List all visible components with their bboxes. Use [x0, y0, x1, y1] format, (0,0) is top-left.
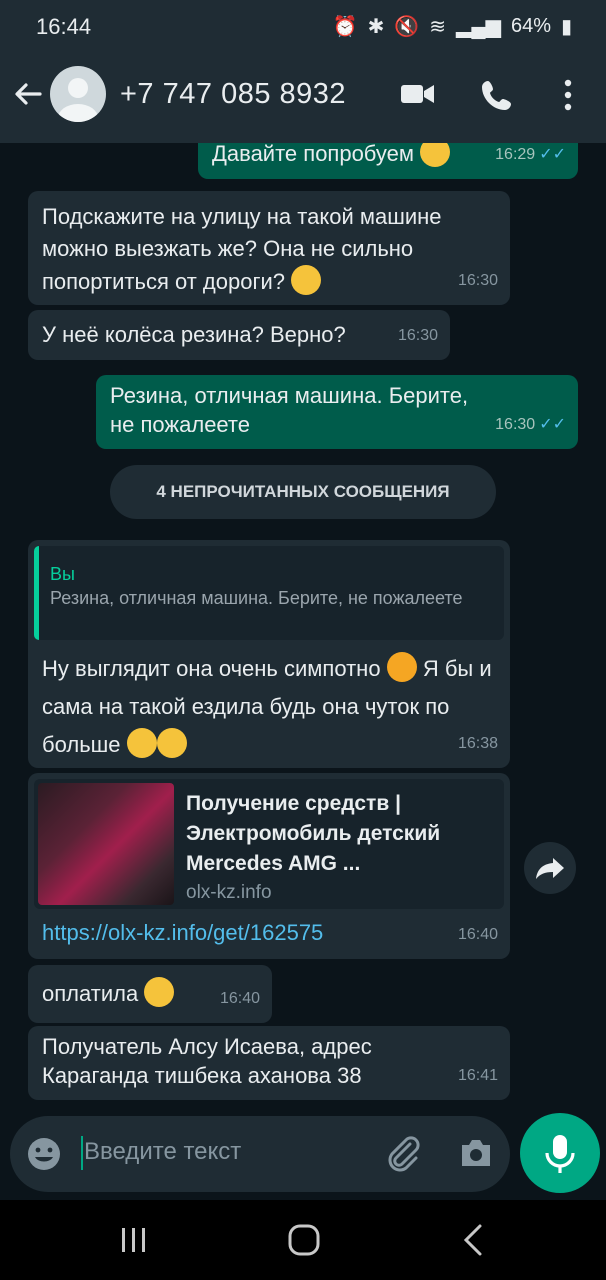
message-time: 16:29 — [495, 146, 536, 163]
phone-icon[interactable] — [480, 78, 514, 112]
message-meta: 16:30 — [458, 265, 498, 297]
default-avatar-icon — [58, 78, 98, 122]
message-incoming[interactable]: Получатель Алсу Исаева, адрес Караганда … — [28, 1026, 510, 1100]
bluetooth-icon: ✱ — [367, 16, 385, 38]
camera-icon[interactable] — [458, 1136, 494, 1170]
mic-button[interactable] — [520, 1113, 600, 1193]
thumbs-up-emoji-icon — [420, 143, 451, 167]
quoted-message[interactable]: Вы Резина, отличная машина. Берите, не п… — [34, 546, 504, 640]
emoji-icon[interactable] — [26, 1136, 62, 1172]
read-ticks-icon: ✓✓ — [539, 146, 566, 163]
message-list[interactable]: Давайте попробуем 16:29 ✓✓ Подскажите на… — [0, 143, 606, 1109]
message-meta: 16:38 — [458, 728, 498, 760]
message-time: 16:40 — [457, 926, 498, 943]
message-text: Подскажите на улицу на такой машине можн… — [42, 204, 442, 294]
smiling-hearts-emoji-icon — [386, 652, 417, 682]
message-outgoing[interactable]: Давайте попробуем 16:29 ✓✓ — [198, 143, 578, 179]
message-text: Давайте попробуем — [212, 143, 415, 166]
battery-icon: ▮ — [560, 16, 572, 38]
message-link[interactable]: https://olx-kz.info/get/162575 — [42, 917, 400, 949]
wifi-icon: ≋ — [429, 16, 447, 38]
message-outgoing[interactable]: Резина, отличная машина. Берите, не пожа… — [96, 375, 578, 449]
message-meta: 16:40 — [220, 983, 260, 1015]
forward-button[interactable] — [524, 842, 576, 894]
unread-messages-divider: 4 НЕПРОЧИТАННЫХ СООБЩЕНИЯ — [110, 465, 496, 519]
battery-level: 64% — [510, 15, 551, 37]
link-preview[interactable]: Получение средств | Электромобиль детски… — [34, 779, 504, 909]
recent-apps-icon[interactable] — [118, 1224, 150, 1256]
message-time: 16:41 — [457, 1067, 498, 1084]
message-meta: 16:40 — [458, 919, 498, 951]
message-time: 16:38 — [457, 735, 498, 752]
sweat-smile-emoji-icon — [291, 265, 322, 295]
link-preview-domain: olx-kz.info — [186, 882, 272, 903]
signal-icon: ▂▄▆ — [456, 16, 501, 38]
message-text: У неё колёса резина? Верно? — [42, 322, 346, 347]
paperclip-icon[interactable] — [384, 1134, 422, 1174]
contact-name[interactable]: +7 747 085 8932 — [120, 78, 346, 111]
nav-back-icon[interactable] — [460, 1222, 488, 1258]
arrow-left-icon[interactable] — [12, 78, 44, 110]
message-input[interactable]: Введите текст — [84, 1138, 241, 1166]
message-incoming[interactable]: У неё колёса резина? Верно? 16:30 — [28, 310, 450, 360]
forward-icon — [536, 858, 564, 879]
status-icons: ⏰ ✱ 🔇 ≋ ▂▄▆ 64% ▮ — [333, 14, 572, 39]
message-meta: 16:29 ✓✓ — [495, 143, 566, 171]
avatar[interactable] — [50, 66, 106, 122]
system-navigation-bar — [0, 1200, 606, 1280]
mic-icon — [545, 1135, 575, 1173]
message-text: Резина, отличная машина. Берите, не пожа… — [110, 383, 469, 437]
message-composer[interactable]: Введите текст — [10, 1116, 510, 1192]
message-time: 16:30 — [457, 272, 498, 289]
quoted-text: Резина, отличная машина. Берите, не пожа… — [50, 588, 463, 608]
link-preview-image — [38, 783, 174, 905]
video-call-icon[interactable] — [400, 78, 436, 110]
message-time: 16:30 — [397, 327, 438, 344]
message-meta: 16:41 — [458, 1060, 498, 1092]
text-cursor — [81, 1136, 83, 1170]
read-ticks-icon: ✓✓ — [539, 416, 566, 433]
message-meta: 16:30 — [398, 320, 438, 352]
tears-of-joy-emoji-icon — [126, 728, 157, 758]
sweat-smile-emoji-icon — [144, 977, 175, 1007]
link-preview-title: Получение средств | Электромобиль детски… — [186, 792, 441, 875]
message-meta: 16:30 ✓✓ — [495, 409, 566, 441]
mute-icon: 🔇 — [394, 16, 420, 38]
rolling-laughing-emoji-icon — [156, 728, 187, 758]
message-incoming-reply[interactable]: Вы Резина, отличная машина. Берите, не п… — [28, 540, 510, 768]
home-icon[interactable] — [286, 1222, 322, 1258]
message-text: Получатель Алсу Исаева, адрес Караганда … — [42, 1034, 372, 1088]
more-vert-icon[interactable] — [560, 78, 576, 112]
message-text: Ну выглядит она очень симпотно — [42, 656, 381, 681]
message-incoming[interactable]: оплатила 16:40 — [28, 965, 272, 1023]
message-time: 16:40 — [219, 990, 260, 1007]
message-incoming-link[interactable]: Получение средств | Электромобиль детски… — [28, 773, 510, 959]
status-time: 16:44 — [36, 14, 92, 39]
message-text: оплатила — [42, 981, 139, 1006]
message-time: 16:30 — [495, 416, 536, 433]
message-incoming[interactable]: Подскажите на улицу на такой машине можн… — [28, 191, 510, 305]
alarm-icon: ⏰ — [332, 16, 358, 38]
chat-header: +7 747 085 8932 — [0, 48, 606, 143]
